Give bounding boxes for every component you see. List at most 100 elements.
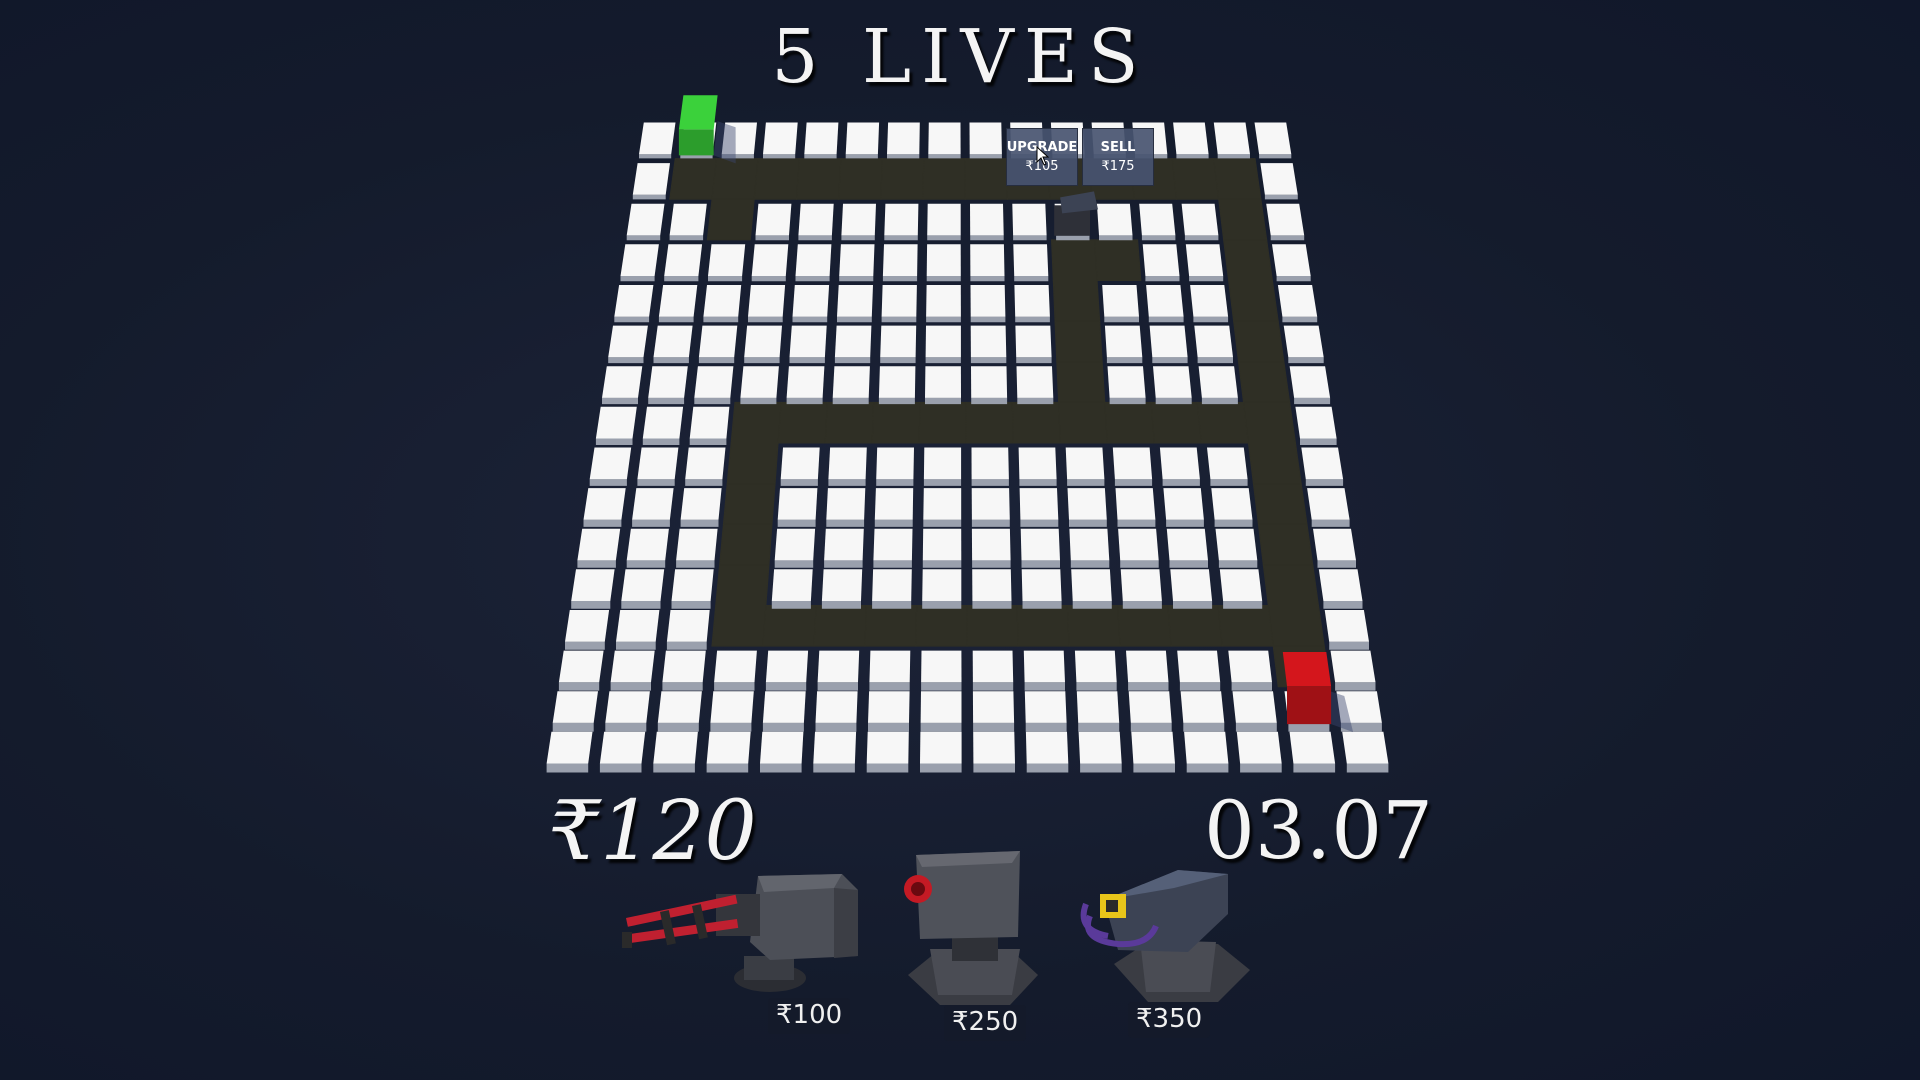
board-tile	[774, 528, 816, 561]
tile-side	[837, 316, 872, 323]
tile-side	[599, 763, 642, 773]
board-tile	[714, 650, 757, 683]
tile-side	[969, 154, 1002, 159]
board-tile	[1153, 366, 1192, 398]
shop-gatling-tower[interactable]: ₹100	[620, 860, 860, 1040]
tile-side	[1166, 519, 1204, 527]
path-cell	[871, 401, 921, 444]
gatling-tower-price: ₹100	[768, 998, 851, 1034]
shop-laser-tower[interactable]: ₹350	[1078, 860, 1258, 1045]
board-tile	[708, 244, 746, 276]
tile-side	[608, 357, 644, 364]
tile-side	[926, 316, 961, 323]
tile-side	[1022, 601, 1062, 609]
board-tile	[546, 731, 593, 764]
tile-side	[845, 154, 878, 159]
board-tile	[1065, 447, 1105, 480]
board-tile	[552, 691, 598, 723]
board-tile	[926, 285, 961, 317]
tile-side	[637, 479, 675, 486]
tile-side	[706, 763, 749, 773]
board-tile	[1211, 488, 1253, 520]
path-cell	[915, 605, 968, 647]
tile-side	[926, 276, 961, 282]
tile-side	[558, 682, 600, 691]
board-tile	[1067, 488, 1107, 520]
board-tile	[1013, 244, 1049, 276]
tile-side	[632, 194, 666, 200]
tile-side	[669, 235, 704, 241]
board-tile	[792, 285, 830, 317]
board-tile	[1126, 650, 1169, 683]
board-tile	[845, 122, 880, 155]
path-cell	[1262, 564, 1320, 606]
tile-side	[786, 397, 823, 405]
board-tile	[632, 488, 674, 520]
tile-side	[925, 357, 961, 364]
board-tile	[1180, 691, 1225, 723]
tile-side	[1173, 601, 1213, 609]
tile-side	[874, 519, 913, 527]
board-tile	[1112, 447, 1153, 480]
board-tile	[1295, 406, 1337, 439]
board-tile	[751, 244, 789, 276]
tile-side	[1335, 682, 1376, 691]
board-tile	[666, 610, 710, 642]
tile-side	[552, 722, 594, 732]
board-tile	[1019, 488, 1059, 520]
board-tile	[869, 650, 911, 683]
tile-side	[923, 479, 962, 486]
tile-side	[824, 560, 863, 568]
path-cell	[1171, 158, 1220, 200]
board-tile	[925, 366, 961, 398]
board-tile	[1232, 691, 1277, 723]
tile-side	[970, 276, 1005, 282]
tile-side	[1282, 316, 1318, 323]
board-tile	[1185, 244, 1224, 276]
board-tile	[868, 691, 910, 723]
path-cell	[669, 158, 718, 200]
board-tile	[760, 731, 804, 764]
board-tile	[1272, 244, 1311, 276]
tile-side	[1235, 722, 1277, 732]
sell-button[interactable]: SELL ₹175	[1082, 128, 1154, 186]
placed-tower[interactable]	[1054, 191, 1099, 236]
board-tile	[878, 366, 916, 398]
tile-side	[748, 316, 783, 323]
tile-side	[653, 357, 689, 364]
board-tile	[925, 325, 961, 358]
tile-side	[884, 235, 918, 241]
board-tile	[605, 691, 650, 723]
board-tile	[765, 650, 809, 683]
board-tile	[1318, 569, 1363, 601]
tile-side	[1217, 154, 1250, 159]
tile-side	[1240, 763, 1282, 773]
tile-side	[1120, 560, 1159, 568]
board-tile	[706, 731, 751, 764]
path-cell	[1233, 320, 1285, 363]
board-tile	[1023, 650, 1065, 683]
path-cell	[1167, 605, 1223, 647]
board-tile	[616, 610, 660, 642]
board-tile	[653, 731, 698, 764]
tile-side	[1311, 519, 1350, 527]
tile-side	[620, 276, 655, 282]
path-cell	[1252, 483, 1308, 525]
board-tile	[1131, 731, 1175, 764]
tile-side	[876, 479, 914, 486]
board-tile	[653, 325, 693, 358]
board-tile	[970, 244, 1005, 276]
board-tile	[923, 488, 962, 520]
board-tile	[881, 285, 917, 317]
board-tile	[813, 731, 857, 764]
tile-side	[698, 357, 735, 364]
path-cell	[1218, 198, 1268, 241]
tile-side	[762, 722, 804, 732]
tile-side	[639, 154, 672, 159]
board-tile	[1266, 203, 1305, 236]
board-tile	[610, 650, 655, 683]
shop-cannon-tower[interactable]: ₹250	[900, 845, 1050, 1045]
path-cell	[964, 158, 1009, 200]
path-cell	[966, 605, 1019, 647]
board-tile	[1024, 691, 1067, 723]
